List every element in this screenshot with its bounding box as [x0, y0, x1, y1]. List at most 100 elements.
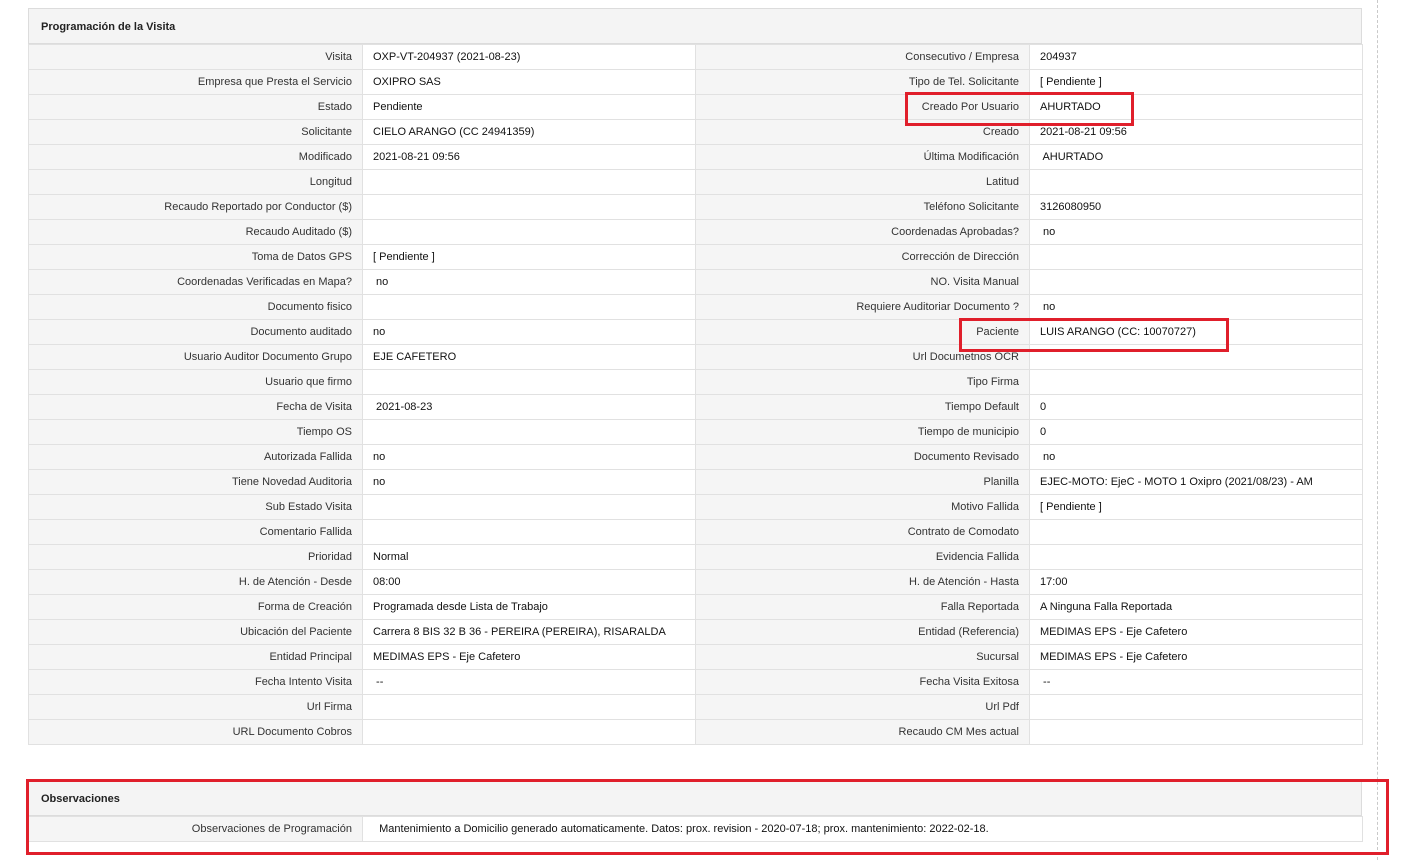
field-label: Toma de Datos GPS [28, 244, 363, 270]
field-value: -- [1029, 669, 1363, 695]
table-row: Comentario Fallida Contrato de Comodato [28, 519, 1363, 545]
field-label: Documento fisico [28, 294, 363, 320]
field-label: Fecha Visita Exitosa [695, 669, 1030, 695]
field-value: [ Pendiente ] [1029, 494, 1363, 520]
field-value: CIELO ARANGO (CC 24941359) [362, 119, 696, 145]
field-label: Url Documetnos OCR [695, 344, 1030, 370]
field-label: Recaudo Reportado por Conductor ($) [28, 194, 363, 220]
field-value: 0 [1029, 394, 1363, 420]
field-label: Comentario Fallida [28, 519, 363, 545]
table-row: Documento auditado no Paciente LUIS ARANGO … [28, 319, 1363, 345]
programacion-title: Programación de la Visita [28, 8, 1362, 44]
field-value: Normal [362, 544, 696, 570]
field-value [1029, 169, 1363, 195]
field-label: Tipo de Tel. Solicitante [695, 69, 1030, 95]
observaciones-value: Mantenimiento a Domicilio generado autom… [362, 816, 1363, 842]
field-label: H. de Atención - Desde [28, 569, 363, 595]
table-row: H. de Atención - Desde 08:00 H. de Atenció… [28, 569, 1363, 595]
field-label: Requiere Auditoriar Documento ? [695, 294, 1030, 320]
field-label: Empresa que Presta el Servicio [28, 69, 363, 95]
table-row: Forma de Creación Programada desde Lista … [28, 594, 1363, 620]
field-value: no [1029, 294, 1363, 320]
table-row: Autorizada Fallida no Documento Revisado n… [28, 444, 1363, 470]
table-row: Prioridad Normal Evidencia Fallida [28, 544, 1363, 570]
field-label: Sucursal [695, 644, 1030, 670]
field-value: AHURTADO [1029, 144, 1363, 170]
field-label: Modificado [28, 144, 363, 170]
field-label: Estado [28, 94, 363, 120]
field-value [1029, 544, 1363, 570]
field-value [362, 494, 696, 520]
field-label: Ubicación del Paciente [28, 619, 363, 645]
field-value [1029, 519, 1363, 545]
field-value [362, 519, 696, 545]
field-value: OXP-VT-204937 (2021-08-23) [362, 44, 696, 70]
field-value: no [362, 319, 696, 345]
observaciones-label: Observaciones de Programación [28, 816, 363, 842]
field-value: no [362, 269, 696, 295]
field-label: Planilla [695, 469, 1030, 495]
field-label: Tiempo Default [695, 394, 1030, 420]
field-value [362, 294, 696, 320]
field-label: Visita [28, 44, 363, 70]
field-value: -- [362, 669, 696, 695]
observaciones-title: Observaciones [28, 780, 1362, 816]
field-label: Usuario que firmo [28, 369, 363, 395]
field-value: LUIS ARANGO (CC: 10070727) [1029, 319, 1363, 345]
field-value: no [362, 444, 696, 470]
field-value: no [1029, 219, 1363, 245]
field-value [1029, 344, 1363, 370]
table-row: Url Firma Url Pdf [28, 694, 1363, 720]
field-label: Entidad (Referencia) [695, 619, 1030, 645]
field-label: Url Firma [28, 694, 363, 720]
field-label: Solicitante [28, 119, 363, 145]
field-value: [ Pendiente ] [1029, 69, 1363, 95]
field-value: Carrera 8 BIS 32 B 36 - PEREIRA (PEREIRA… [362, 619, 696, 645]
field-value: 17:00 [1029, 569, 1363, 595]
field-value: 2021-08-23 [362, 394, 696, 420]
field-value: no [1029, 444, 1363, 470]
field-label: Contrato de Comodato [695, 519, 1030, 545]
field-label: Usuario Auditor Documento Grupo [28, 344, 363, 370]
field-value: 2021-08-21 09:56 [1029, 119, 1363, 145]
table-row: Usuario que firmo Tipo Firma [28, 369, 1363, 395]
table-row: Fecha Intento Visita -- Fecha Visita Exit… [28, 669, 1363, 695]
field-label: Documento Revisado [695, 444, 1030, 470]
field-label: Corrección de Dirección [695, 244, 1030, 270]
field-label: Latitud [695, 169, 1030, 195]
field-value [1029, 369, 1363, 395]
programacion-panel: Programación de la Visita Visita OXP-VT-2… [28, 8, 1363, 745]
field-label: Falla Reportada [695, 594, 1030, 620]
field-value [362, 719, 696, 745]
field-label: Recaudo Auditado ($) [28, 219, 363, 245]
field-label: Paciente [695, 319, 1030, 345]
field-value [362, 694, 696, 720]
field-value: EJE CAFETERO [362, 344, 696, 370]
table-row: URL Documento Cobros Recaudo CM Mes actua… [28, 719, 1363, 745]
field-label: Última Modificación [695, 144, 1030, 170]
field-label: H. de Atención - Hasta [695, 569, 1030, 595]
field-label: Documento auditado [28, 319, 363, 345]
field-label: Tiempo OS [28, 419, 363, 445]
field-value [362, 194, 696, 220]
table-row: Observaciones de Programación Mantenimie… [28, 816, 1363, 842]
table-row: Fecha de Visita 2021-08-23 Tiempo Default… [28, 394, 1363, 420]
field-value: no [362, 469, 696, 495]
table-row: Modificado 2021-08-21 09:56 Última Modific… [28, 144, 1363, 170]
field-value [362, 169, 696, 195]
field-value: 08:00 [362, 569, 696, 595]
programacion-table: Visita OXP-VT-204937 (2021-08-23) Consecut… [28, 44, 1363, 745]
field-value [1029, 244, 1363, 270]
table-row: Empresa que Presta el Servicio OXIPRO SAS… [28, 69, 1363, 95]
field-label: Recaudo CM Mes actual [695, 719, 1030, 745]
field-value: MEDIMAS EPS - Eje Cafetero [362, 644, 696, 670]
field-value: AHURTADO [1029, 94, 1363, 120]
field-label: Consecutivo / Empresa [695, 44, 1030, 70]
field-label: Fecha Intento Visita [28, 669, 363, 695]
field-label: Evidencia Fallida [695, 544, 1030, 570]
field-label: Forma de Creación [28, 594, 363, 620]
table-row: Longitud Latitud [28, 169, 1363, 195]
table-row: Recaudo Auditado ($) Coordenadas Aprobada… [28, 219, 1363, 245]
table-row: Toma de Datos GPS[ Pendiente ] Corrección… [28, 244, 1363, 270]
field-label: Prioridad [28, 544, 363, 570]
